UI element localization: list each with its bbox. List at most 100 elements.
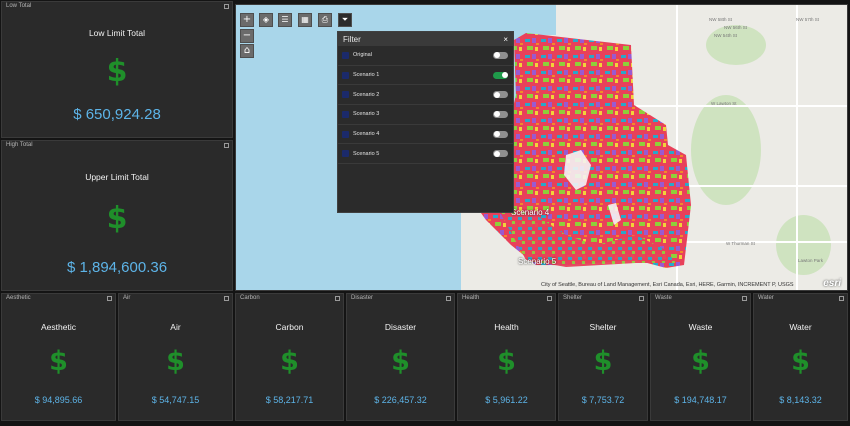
filter-item-label: Scenario 2 xyxy=(353,91,380,98)
maximize-icon[interactable] xyxy=(639,296,644,301)
layer-swatch-icon xyxy=(342,91,349,99)
dollar-icon: $ xyxy=(166,346,185,377)
esri-logo: esri xyxy=(823,278,841,289)
dollar-icon: $ xyxy=(106,54,128,89)
dollar-icon: $ xyxy=(497,346,516,377)
basemap-button[interactable]: ▦ xyxy=(298,13,312,27)
card-value: $ 5,961.22 xyxy=(485,395,528,405)
card-title: Air xyxy=(170,322,181,332)
layer-swatch-icon xyxy=(342,150,349,158)
filter-panel: Filter × Original Scenario 1 Scenario 2 … xyxy=(337,31,514,213)
filter-toggle[interactable] xyxy=(493,51,508,59)
toggle-knob xyxy=(493,111,500,118)
zoom-in-button[interactable]: + xyxy=(240,13,254,27)
toggle-knob xyxy=(493,52,500,59)
maximize-icon[interactable] xyxy=(224,296,229,301)
maximize-icon[interactable] xyxy=(107,296,112,301)
card-title: Disaster xyxy=(384,322,417,332)
layers-button[interactable]: ◈ xyxy=(259,13,273,27)
maximize-icon[interactable] xyxy=(742,296,747,301)
dollar-icon: $ xyxy=(391,346,410,377)
card-tag: Low Total xyxy=(6,3,32,9)
card-value: $ 58,217.71 xyxy=(265,395,314,405)
dollar-icon: $ xyxy=(791,346,810,377)
toggle-knob xyxy=(493,150,500,157)
zoom-out-button[interactable]: − xyxy=(240,29,254,43)
map-attribution: City of Seattle, Bureau of Land Manageme… xyxy=(541,282,794,288)
filter-item-scenario-1[interactable]: Scenario 1 xyxy=(338,66,513,86)
filter-item-scenario-2[interactable]: Scenario 2 xyxy=(338,85,513,106)
filter-button[interactable]: ⏷ xyxy=(338,13,352,27)
disaster-card: Disaster Disaster $ $ 226,457.32 xyxy=(346,293,455,421)
shelter-card: Shelter Shelter $ $ 7,753.72 xyxy=(558,293,648,421)
dollar-icon: $ xyxy=(691,346,710,377)
home-button[interactable]: ⌂ xyxy=(240,44,254,58)
waste-card: Waste Waste $ $ 194,748.17 xyxy=(650,293,751,421)
toggle-knob xyxy=(493,91,500,98)
health-card: Health Health $ $ 5,961.22 xyxy=(457,293,556,421)
card-title: Shelter xyxy=(589,322,617,332)
air-card: Air Air $ $ 54,747.15 xyxy=(118,293,233,421)
filter-toggle[interactable] xyxy=(493,71,508,79)
filter-toggle[interactable] xyxy=(493,130,508,138)
maximize-icon[interactable] xyxy=(224,143,229,148)
filter-item-label: Scenario 3 xyxy=(353,111,380,118)
filter-item-scenario-3[interactable]: Scenario 3 xyxy=(338,105,513,125)
filter-toggle[interactable] xyxy=(493,110,508,118)
card-title: Health xyxy=(494,322,519,332)
filter-item-original[interactable]: Original xyxy=(338,46,513,66)
card-value: $ 54,747.15 xyxy=(151,395,200,405)
filter-item-scenario-5[interactable]: Scenario 5 xyxy=(338,144,513,165)
aesthetic-card: Aesthetic Aesthetic $ $ 94,895.66 xyxy=(1,293,116,421)
filter-item-label: Original xyxy=(353,52,372,59)
filter-toggle[interactable] xyxy=(493,150,508,158)
dollar-icon: $ xyxy=(49,346,68,377)
dollar-icon: $ xyxy=(280,346,299,377)
card-value: $ 7,753.72 xyxy=(581,395,625,405)
card-tag: Water xyxy=(758,295,774,301)
filter-header: Filter × xyxy=(338,32,513,46)
card-tag: High Total xyxy=(6,142,33,148)
maximize-icon[interactable] xyxy=(547,296,552,301)
scenario-raster-layer xyxy=(468,33,691,268)
maximize-icon[interactable] xyxy=(446,296,451,301)
card-title: Low Limit Total xyxy=(88,28,146,38)
card-value: $ 194,748.17 xyxy=(674,395,727,405)
card-tag: Waste xyxy=(655,295,672,301)
card-title: Upper Limit Total xyxy=(85,172,149,182)
legend-button[interactable]: ☰ xyxy=(278,13,292,27)
maximize-icon[interactable] xyxy=(839,296,844,301)
layer-swatch-icon xyxy=(342,110,349,118)
card-tag: Disaster xyxy=(351,295,374,301)
card-value: $ 8,143.32 xyxy=(779,395,822,405)
card-value: $ 650,924.28 xyxy=(73,106,161,123)
card-tag: Carbon xyxy=(240,295,260,301)
filter-item-label: Scenario 5 xyxy=(353,150,380,157)
filter-toggle[interactable] xyxy=(493,91,508,99)
dollar-icon: $ xyxy=(106,201,128,236)
layer-swatch-icon xyxy=(342,130,349,138)
filter-item-label: Scenario 4 xyxy=(353,131,380,138)
water-card: Water Water $ $ 8,143.32 xyxy=(753,293,848,421)
close-icon[interactable]: × xyxy=(503,35,508,44)
card-tag: Aesthetic xyxy=(6,295,31,301)
card-title: Water xyxy=(789,322,812,332)
map-view[interactable]: NW 58th St NW 57th St NW 56th St NW 54th… xyxy=(235,4,848,291)
toggle-knob xyxy=(501,72,508,79)
scenario-label: Scenario 4 xyxy=(511,208,550,217)
high-total-card: High Total Upper Limit Total $ $ 1,894,6… xyxy=(1,140,233,291)
print-button[interactable]: ⎙ xyxy=(318,13,332,27)
card-title: Waste xyxy=(688,322,713,332)
layer-swatch-icon xyxy=(342,51,349,59)
card-tag: Health xyxy=(462,295,480,301)
carbon-card: Carbon Carbon $ $ 58,217.71 xyxy=(235,293,344,421)
maximize-icon[interactable] xyxy=(224,4,229,9)
filter-title: Filter xyxy=(343,34,361,44)
scenario-label: Scenario 5 xyxy=(518,257,557,266)
maximize-icon[interactable] xyxy=(335,296,340,301)
card-value: $ 226,457.32 xyxy=(374,395,427,405)
low-total-card: Low Total Low Limit Total $ $ 650,924.28 xyxy=(1,1,233,138)
layer-swatch-icon xyxy=(342,71,349,79)
filter-item-scenario-4[interactable]: Scenario 4 xyxy=(338,125,513,145)
card-tag: Shelter xyxy=(563,295,583,301)
